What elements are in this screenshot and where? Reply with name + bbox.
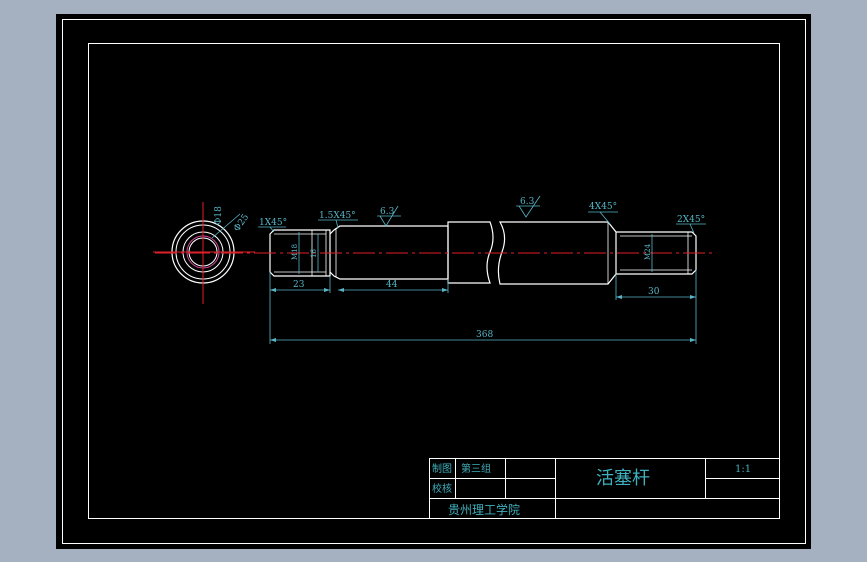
dia-left-outer-label: M18 [291, 244, 299, 260]
chamfer-step-label: 1.5X45° [319, 211, 356, 221]
dim-368-label: 368 [476, 330, 493, 340]
title-school: 贵州理工学院 [448, 502, 520, 517]
dia-right-label: M24 [644, 243, 652, 260]
drawing-sheet: Φ18 Φ25 1X45° 1.5X45° 6.3 6.3 4X45° 2X45… [56, 14, 811, 549]
chamfer-mid-label: 4X45° [589, 202, 617, 212]
title-group: 第三组 [461, 462, 491, 475]
chamfer-right-label: 2X45° [677, 215, 705, 225]
title-checked-label: 校核 [432, 482, 452, 495]
dim-44-label: 44 [386, 280, 398, 290]
roughness-left-label: 6.3 [380, 207, 395, 217]
end-view-dia-large: Φ25 [232, 212, 251, 233]
title-scale: 1:1 [735, 464, 751, 475]
title-part-name: 活塞杆 [596, 468, 650, 489]
end-view-dia-small: Φ18 [214, 206, 224, 225]
cad-drawing: Φ18 Φ25 1X45° 1.5X45° 6.3 6.3 4X45° 2X45… [62, 19, 806, 544]
chamfer-step-leader-2 [335, 219, 339, 229]
chamfer-left-label: 1X45° [259, 218, 287, 228]
dim-23-label: 23 [293, 280, 305, 290]
dia-left-inner-label: 16 [310, 249, 318, 258]
roughness-right-label: 6.3 [520, 197, 535, 207]
dim-30-label: 30 [648, 287, 660, 297]
title-drawn-label: 制图 [432, 462, 452, 475]
